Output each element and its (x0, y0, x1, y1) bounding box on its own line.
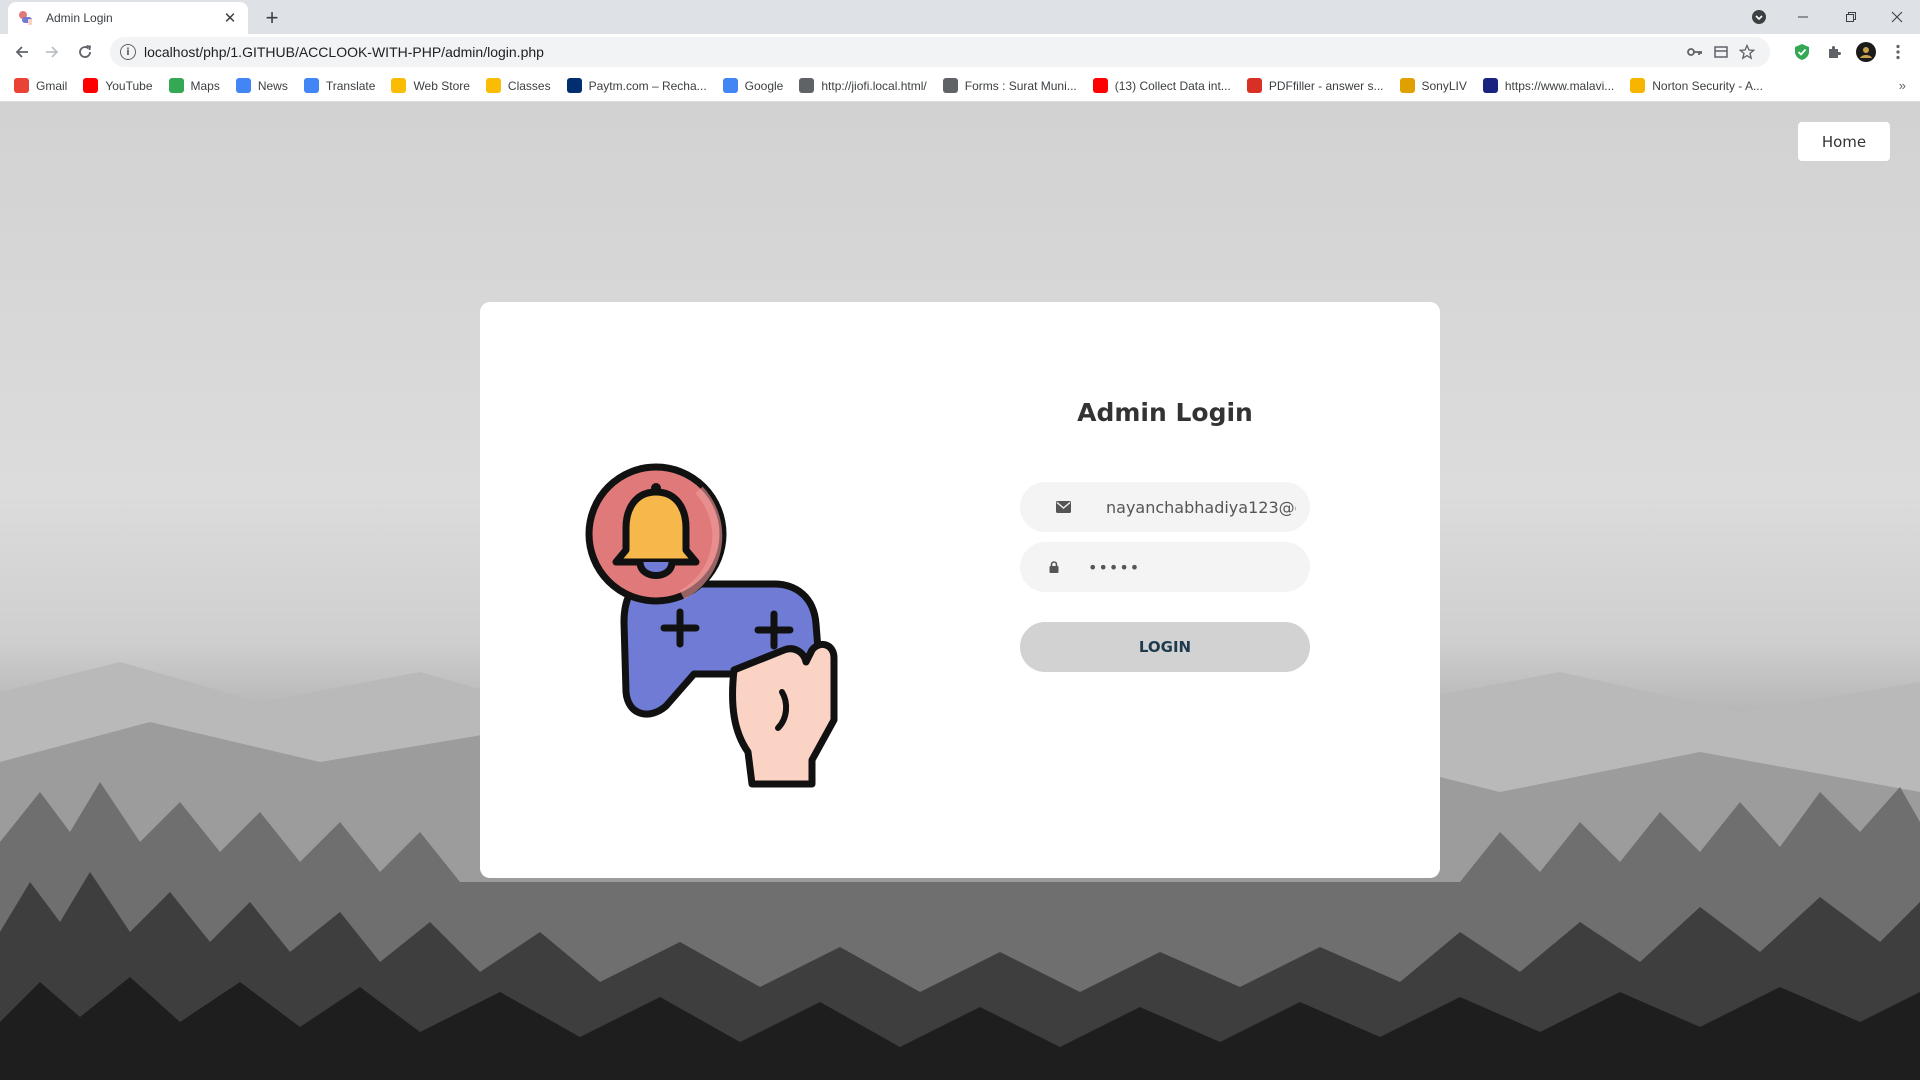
key-icon[interactable] (1682, 39, 1708, 65)
envelope-icon (1020, 501, 1106, 513)
bookmark-item[interactable]: Maps (168, 78, 220, 93)
restore-window-icon[interactable] (1828, 0, 1874, 34)
reload-icon[interactable] (71, 38, 99, 66)
browser-tab-admin-login[interactable]: Admin Login ✕ (8, 2, 248, 34)
bookmark-item[interactable]: https://www.malavi... (1482, 78, 1615, 93)
login-card: Admin Login LOGIN (480, 302, 1440, 878)
minimize-window-icon[interactable] (1780, 0, 1826, 34)
profile-avatar[interactable] (1854, 41, 1878, 63)
bookmark-item[interactable]: (13) Collect Data int... (1092, 78, 1231, 93)
google-icon (722, 78, 738, 93)
bookmark-item[interactable]: Web Store (391, 78, 470, 93)
shield-extension-icon[interactable] (1790, 41, 1814, 63)
more-bookmarks-chevron-icon[interactable]: » (1899, 78, 1906, 93)
bookmark-item[interactable]: News (235, 78, 288, 93)
bookmark-label: Paytm.com – Recha... (588, 78, 707, 93)
browser-toolbar: i localhost/php/1.GITHUB/ACCLOOK-WITH-PH… (0, 34, 1920, 70)
bookmark-label: Google (744, 78, 784, 93)
login-button[interactable]: LOGIN (1020, 622, 1310, 672)
site-favicon-icon (18, 10, 34, 26)
bookmarks-bar: Gmail YouTube Maps News Translate Web Store Cl… (0, 70, 1920, 102)
back-arrow-icon[interactable] (8, 38, 36, 66)
bookmark-label: Gmail (36, 78, 68, 93)
bookmark-label: Web Store (413, 78, 470, 93)
bookmark-label: Classes (507, 78, 551, 93)
youtube-icon (1092, 78, 1108, 93)
close-window-icon[interactable] (1874, 0, 1920, 34)
globe-icon (799, 78, 815, 93)
gamepad-notification-illustration (585, 463, 838, 788)
youtube-icon (83, 78, 99, 93)
bookmark-label: https://www.malavi... (1504, 78, 1615, 93)
bookmark-label: YouTube (105, 78, 153, 93)
translate-icon (303, 78, 319, 93)
forms-icon (942, 78, 958, 93)
bookmark-label: PDFfiller - answer s... (1268, 78, 1384, 93)
browser-menu-icon[interactable] (1886, 41, 1910, 63)
sonyliv-icon (1399, 78, 1415, 93)
site-info-icon[interactable]: i (120, 44, 136, 60)
pdffiller-icon (1246, 78, 1262, 93)
maps-icon (168, 78, 184, 93)
bookmark-label: (13) Collect Data int... (1114, 78, 1231, 93)
profile-menu-icon[interactable] (1736, 0, 1782, 34)
bookmark-item[interactable]: PDFfiller - answer s... (1246, 78, 1384, 93)
malavi-icon (1482, 78, 1498, 93)
bookmark-label: http://jiofi.local.html/ (821, 78, 927, 93)
new-tab-button[interactable]: + (258, 4, 286, 32)
forward-arrow-icon[interactable] (38, 38, 66, 66)
paytm-icon (566, 78, 582, 93)
home-button[interactable]: Home (1798, 122, 1890, 161)
bookmark-label: Forms : Surat Muni... (964, 78, 1077, 93)
bookmark-item[interactable]: Classes (485, 78, 551, 93)
bookmark-item[interactable]: Paytm.com – Recha... (566, 78, 707, 93)
bookmark-label: Translate (325, 78, 376, 93)
lock-icon (1020, 561, 1088, 573)
bookmark-item[interactable]: Forms : Surat Muni... (942, 78, 1077, 93)
tab-title: Admin Login (46, 11, 113, 25)
tab-close-icon[interactable]: ✕ (222, 10, 238, 27)
news-icon (235, 78, 251, 93)
bookmark-item[interactable]: Gmail (14, 78, 67, 93)
webstore-icon (391, 78, 407, 93)
password-input[interactable] (1088, 557, 1278, 577)
bookmark-label: SonyLIV (1421, 78, 1467, 93)
bookmark-item[interactable]: YouTube (83, 78, 153, 93)
address-url: localhost/php/1.GITHUB/ACCLOOK-WITH-PHP/… (144, 44, 544, 60)
email-input[interactable] (1106, 497, 1296, 517)
classes-icon (485, 78, 501, 93)
bookmark-item[interactable]: Translate (303, 78, 376, 93)
password-field[interactable] (1020, 542, 1310, 592)
bookmark-label: Maps (190, 78, 220, 93)
bookmark-item[interactable]: SonyLIV (1399, 78, 1467, 93)
bookmark-item[interactable]: Google (722, 78, 784, 93)
bookmark-item[interactable]: http://jiofi.local.html/ (799, 78, 927, 93)
email-field[interactable] (1020, 482, 1310, 532)
page-background: Home Admin Login nayanchabhadiya123@g ••… (0, 102, 1920, 1080)
extensions-puzzle-icon[interactable] (1822, 41, 1846, 63)
page-title: Admin Login (1077, 398, 1253, 427)
bookmark-item[interactable]: Norton Security - A... (1630, 78, 1763, 93)
tab-strip: Admin Login ✕ + (0, 0, 1920, 34)
gmail-icon (14, 78, 29, 93)
address-bar[interactable]: i localhost/php/1.GITHUB/ACCLOOK-WITH-PH… (110, 37, 1770, 67)
bookmark-label: Norton Security - A... (1652, 78, 1763, 93)
bookmark-label: News (257, 78, 288, 93)
bookmark-star-icon[interactable] (1734, 39, 1760, 65)
norton-icon (1630, 78, 1646, 93)
tab-search-icon[interactable] (1708, 39, 1734, 65)
